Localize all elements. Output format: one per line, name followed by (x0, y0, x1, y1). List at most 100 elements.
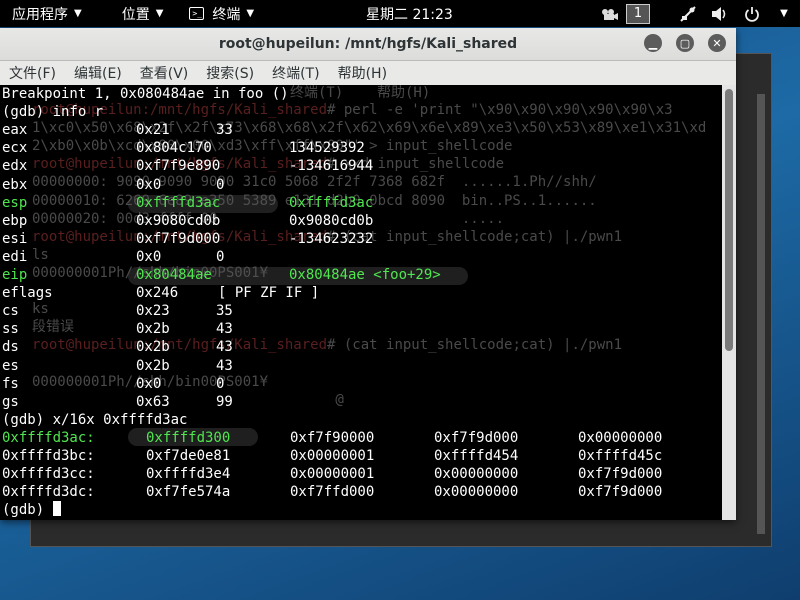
register-hex: 0x2b (136, 339, 170, 356)
register-value: -134616944 (289, 158, 374, 175)
camera-icon[interactable] (600, 4, 620, 24)
text-cursor (52, 501, 61, 517)
clock[interactable]: 星期二 21:23 (358, 0, 461, 27)
menu-file[interactable]: 文件(F) (0, 63, 65, 83)
menu-edit[interactable]: 编辑(E) (65, 63, 131, 83)
register-name: esp (2, 194, 28, 211)
register-name: ecx (2, 140, 28, 157)
register-row: gs 0x63 99 (2, 393, 722, 411)
register-value: 0 (216, 248, 225, 265)
window-controls: ▁ ▢ ✕ (630, 34, 726, 52)
memory-word: 0xf7ffd000 (290, 484, 375, 501)
menu-search[interactable]: 搜索(S) (197, 63, 263, 83)
gdb-prompt: (gdb) (2, 502, 53, 519)
register-row: eax 0x21 33 (2, 121, 722, 139)
register-row: cs 0x23 35 (2, 302, 722, 320)
register-name: ebx (2, 176, 28, 193)
register-hex: 0xffffd3ac (136, 194, 221, 211)
register-hex: 0xf7f9e890 (136, 158, 221, 175)
terminal-app-menu[interactable]: >_ 终端 ▼ (181, 0, 262, 27)
register-hex: 0x0 (136, 248, 162, 265)
minimize-icon: ▁ (648, 36, 658, 50)
register-value: 0 (216, 176, 225, 193)
system-tray: 1 ▼ (594, 0, 800, 27)
register-value: 43 (216, 321, 233, 338)
register-value: 0x9080cd0b (289, 212, 374, 229)
register-value: 0x80484ae <foo+29> (289, 267, 441, 283)
workspace-indicator[interactable]: 1 (626, 3, 650, 24)
register-value: 35 (216, 303, 233, 320)
register-hex: 0x21 (136, 122, 170, 139)
window-title: root@hupeilun: /mnt/hgfs/Kali_shared (218, 36, 518, 52)
register-name: ds (2, 339, 19, 356)
menu-view[interactable]: 查看(V) (131, 63, 198, 83)
memory-word: 0x00000001 (290, 448, 375, 464)
menu-terminal[interactable]: 终端(T) (263, 63, 328, 83)
memory-word: 0x00000000 (578, 429, 663, 446)
memory-address: 0xffffd3bc: (2, 448, 95, 464)
window-titlebar[interactable]: root@hupeilun: /mnt/hgfs/Kali_shared ▁ ▢… (0, 28, 736, 61)
register-hex: 0x63 (136, 393, 170, 410)
terminal-scrollbar[interactable] (722, 85, 736, 520)
register-hex: 0x0 (136, 375, 162, 392)
power-icon[interactable] (742, 4, 762, 24)
register-name: edx (2, 158, 28, 175)
register-value: 0 (216, 375, 225, 392)
register-value: 134529392 (289, 140, 365, 157)
register-name: eip (2, 267, 28, 283)
caret-down-icon[interactable]: ▼ (774, 4, 794, 24)
register-name: fs (2, 375, 19, 392)
applications-menu[interactable]: 应用程序 ▼ (4, 0, 90, 27)
places-menu[interactable]: 位置 ▼ (114, 0, 172, 27)
volume-icon[interactable] (710, 4, 730, 24)
menu-help[interactable]: 帮助(H) (329, 63, 396, 83)
terminal-line: (gdb) x/16x 0xffffd3ac (2, 411, 188, 428)
memory-row: 0xffffd3cc: 0xffffd3e4 0x00000001 0x0000000… (2, 465, 722, 483)
memory-row: 0xffffd3bc: 0xf7de0e81 0x00000001 0xffffd45… (2, 447, 722, 465)
register-hex: 0x2b (136, 357, 170, 374)
register-row: esi 0xf7f9d000 -134623232 (2, 230, 722, 248)
memory-word: 0xf7fe574a (146, 484, 231, 501)
register-row: edx 0xf7f9e890 -134616944 (2, 157, 722, 175)
register-row: ss 0x2b 43 (2, 320, 722, 338)
register-name: edi (2, 248, 28, 265)
register-name: ebp (2, 212, 28, 229)
network-disconnected-icon[interactable] (678, 4, 698, 24)
terminal-output[interactable]: 终端(T) 帮助(H) root@hupeilun:/mnt/hgfs/Kali… (0, 85, 722, 520)
scrollbar-thumb[interactable] (725, 89, 733, 351)
register-hex: 0xf7f9d000 (136, 230, 221, 247)
minimize-button[interactable]: ▁ (644, 34, 662, 52)
register-row: ds 0x2b 43 (2, 338, 722, 356)
memory-address: 0xffffd3dc: (2, 484, 95, 501)
memory-address: 0xffffd3cc: (2, 466, 95, 483)
register-value: 0xffffd3ac (289, 194, 374, 211)
register-row: ecx 0x804c170 134529392 (2, 139, 722, 157)
register-row: eflags 0x246 [ PF ZF IF ] (2, 284, 722, 302)
register-hex: 0x246 (136, 285, 179, 302)
maximize-button[interactable]: ▢ (676, 34, 694, 52)
register-name: es (2, 357, 19, 374)
places-label: 位置 (121, 6, 150, 23)
close-button[interactable]: ✕ (708, 34, 726, 52)
top-panel: 应用程序 ▼ 位置 ▼ >_ 终端 ▼ 星期二 21:23 1 ▼ (0, 0, 800, 27)
terminal-line: (gdb) info r (2, 104, 104, 121)
register-value: 33 (216, 122, 233, 139)
caret-down-icon: ▼ (155, 8, 164, 19)
register-value: 43 (216, 339, 233, 356)
register-row: edi 0x0 0 (2, 248, 722, 266)
memory-row: 0xffffd3ac: 0xffffd300 0xf7f90000 0xf7f9d00… (2, 429, 722, 447)
register-row: ebp 0x9080cd0b 0x9080cd0b (2, 212, 722, 230)
register-hex: 0x2b (136, 321, 170, 338)
memory-word: 0x00000000 (434, 484, 519, 501)
memory-word: 0x00000001 (290, 466, 375, 483)
register-row: ebx 0x0 0 (2, 176, 722, 194)
register-name: esi (2, 230, 28, 247)
applications-label: 应用程序 (12, 6, 68, 23)
caret-down-icon: ▼ (74, 8, 82, 19)
memory-word: 0xffffd45c (578, 448, 663, 464)
background-scrollbar (757, 94, 765, 534)
memory-address: 0xffffd3ac: (2, 429, 95, 446)
register-row: esp 0xffffd3ac 0xffffd3ac (2, 194, 722, 212)
register-name: gs (2, 393, 19, 410)
terminal-window: root@hupeilun: /mnt/hgfs/Kali_shared ▁ ▢… (0, 28, 736, 520)
